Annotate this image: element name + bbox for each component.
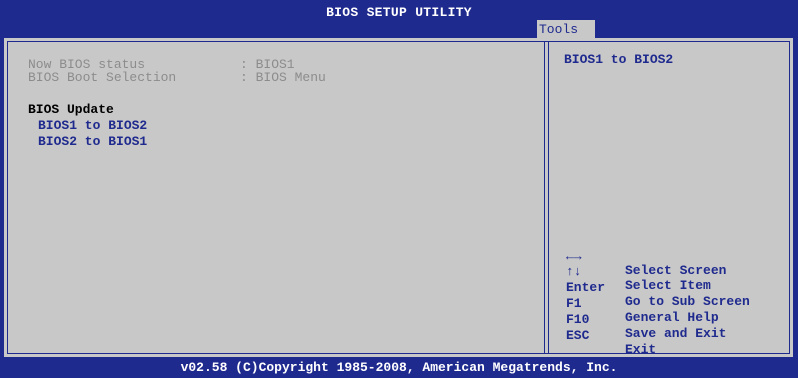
help-action: Select Screen [625, 263, 727, 278]
help-action: Select Item [625, 278, 711, 293]
boot-selection-label: BIOS Boot Selection [28, 70, 177, 85]
help-key: ESC [566, 328, 590, 343]
menu-item-bios2-to-bios1[interactable]: BIOS2 to BIOS1 [38, 135, 147, 149]
panel-divider [544, 41, 549, 354]
help-action: General Help [625, 310, 719, 325]
bios-update-heading: BIOS Update [28, 102, 114, 117]
tab-tools[interactable]: Tools [537, 20, 595, 39]
copyright-footer: v02.58 (C)Copyright 1985-2008, American … [180, 360, 618, 375]
title-bar: BIOS SETUP UTILITY Tools [0, 0, 798, 39]
help-action: Exit [625, 342, 657, 357]
app-title: BIOS SETUP UTILITY [326, 5, 472, 20]
menu-item-bios1-to-bios2[interactable]: BIOS1 to BIOS2 [38, 119, 147, 133]
help-action: Go to Sub Screen [625, 294, 750, 309]
help-description: BIOS1 to BIOS2 [564, 52, 674, 67]
help-action: Save and Exit [625, 326, 727, 341]
boot-selection-value: : BIOS Menu [240, 70, 326, 85]
main-panel: Now BIOS status : BIOS1 BIOS Boot Select… [4, 38, 793, 357]
